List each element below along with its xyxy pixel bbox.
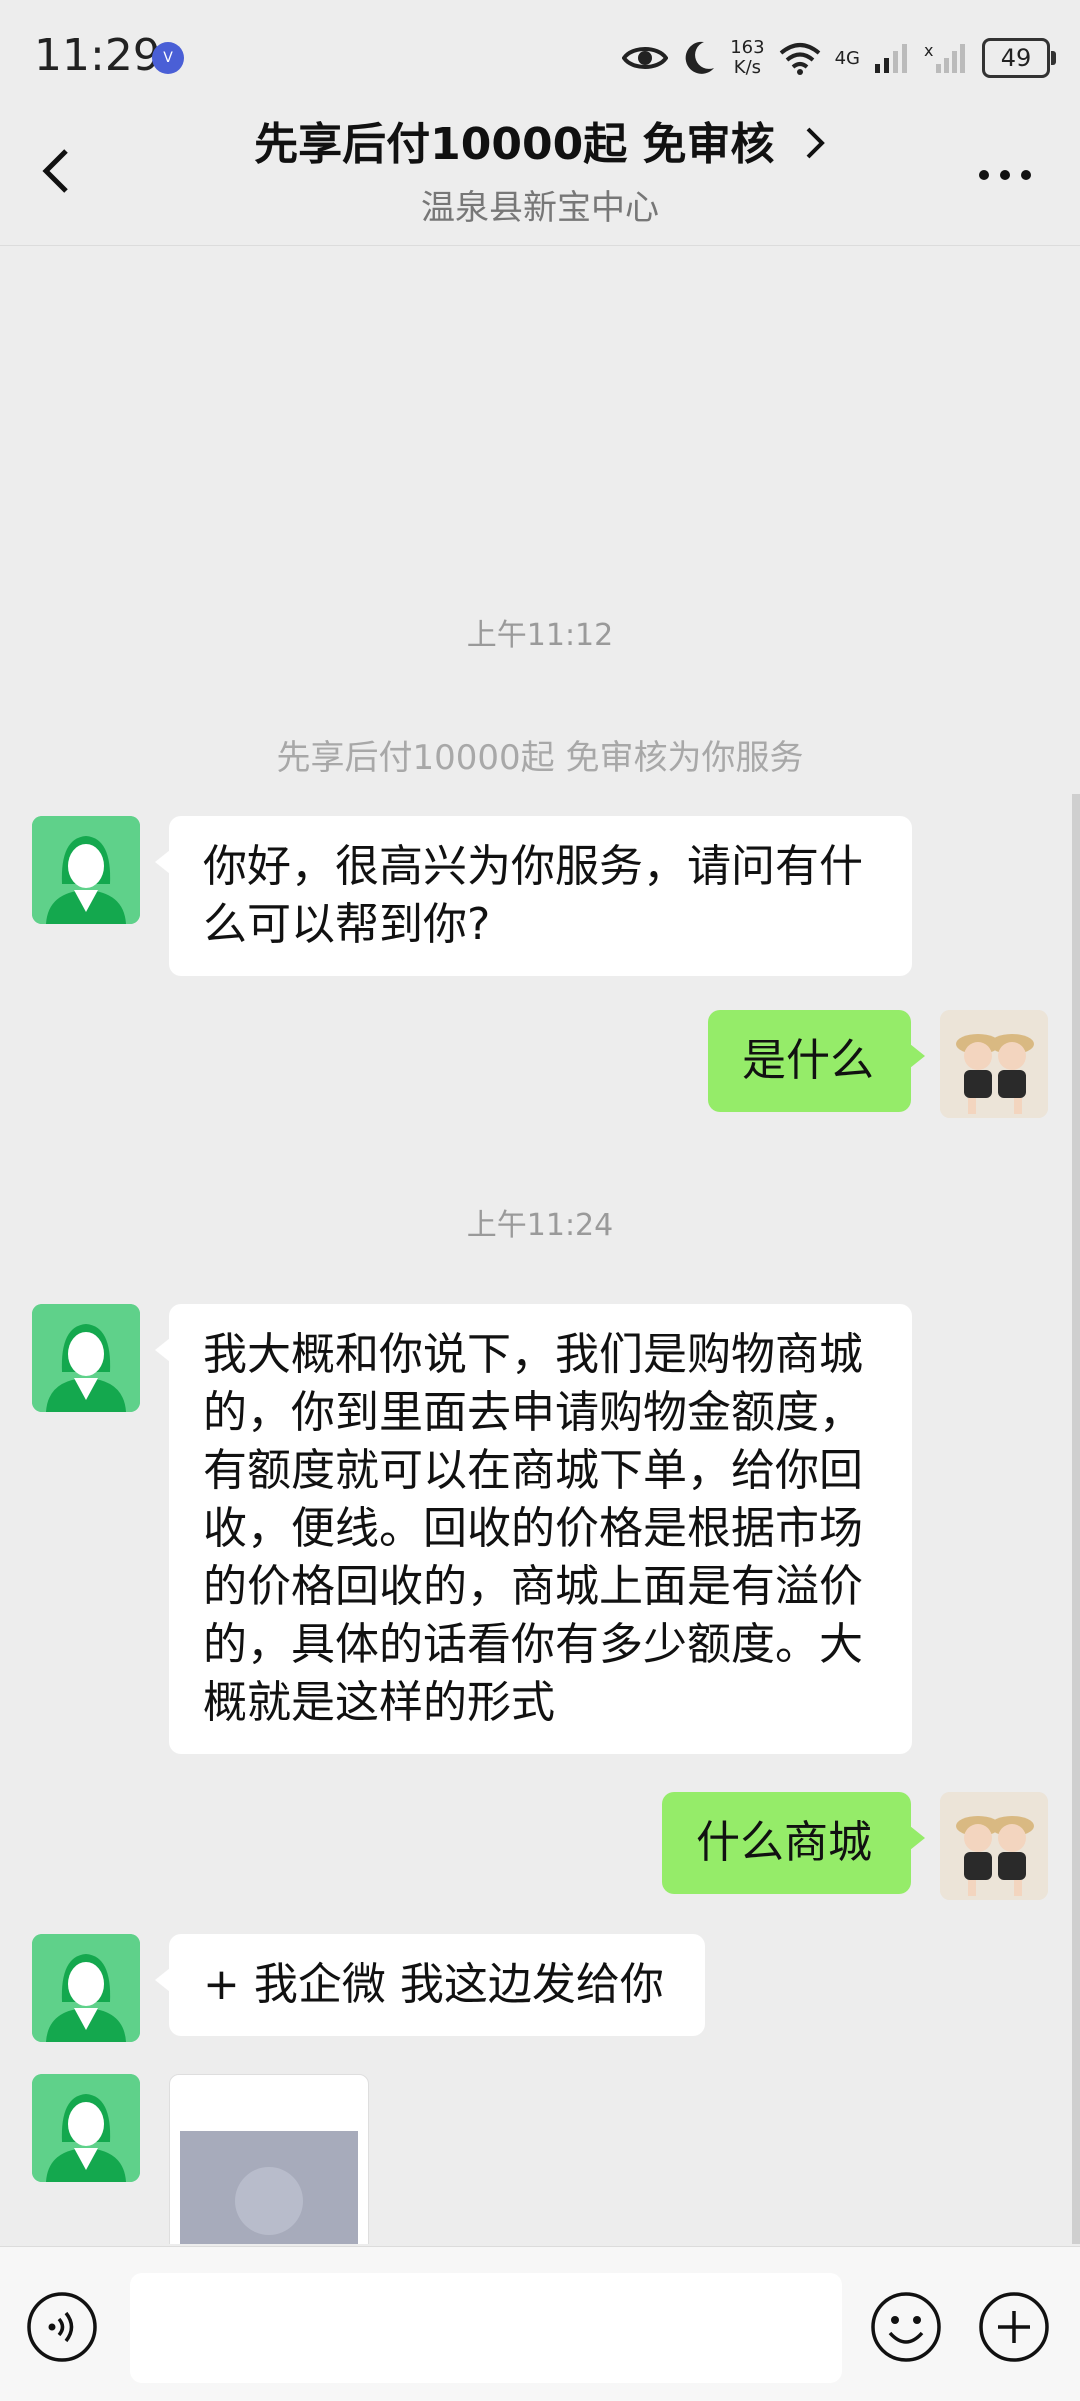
emoji-icon xyxy=(871,2292,941,2362)
message-input[interactable] xyxy=(130,2273,842,2383)
status-bar: 11:29 V 163 K/s 4G x 49 xyxy=(0,0,1080,115)
chat-message-list[interactable]: 上午11:12 先享后付10000起 免审核为你服务 你好，很高兴为你服务，请问… xyxy=(0,246,1080,2244)
agent-avatar-icon xyxy=(32,2074,140,2182)
agent-avatar-icon xyxy=(32,816,140,924)
notification-app-icon: V xyxy=(152,42,184,74)
header-title-row[interactable]: 先享后付10000起 免审核 xyxy=(0,115,1080,177)
message-text: + 我企微 我这边发给你 xyxy=(203,1959,664,2010)
agent-avatar[interactable] xyxy=(32,1934,140,2042)
battery-indicator: 49 xyxy=(982,38,1056,78)
agent-avatar[interactable] xyxy=(32,816,140,924)
message-bubble-sent[interactable]: 是什么 xyxy=(708,1010,925,1112)
eye-icon xyxy=(622,47,669,69)
user-avatar-photo xyxy=(940,1792,1048,1900)
agent-avatar[interactable] xyxy=(32,1304,140,1412)
more-button[interactable] xyxy=(970,145,1040,205)
moon-icon xyxy=(685,41,715,74)
status-icons: 163 K/s 4G x 49 xyxy=(622,30,1056,86)
status-time: 11:29 xyxy=(34,30,161,81)
message-bubble-sent[interactable]: 什么商城 xyxy=(662,1792,925,1894)
signal-no-service-icon: x xyxy=(924,42,965,73)
user-avatar-photo xyxy=(940,1010,1048,1118)
user-avatar[interactable] xyxy=(940,1792,1048,1900)
emoji-button[interactable] xyxy=(870,2291,942,2363)
header-title-area[interactable]: 先享后付10000起 免审核 温泉县新宝中心 xyxy=(0,115,1080,233)
voice-button[interactable] xyxy=(26,2291,98,2363)
message-input-bar xyxy=(0,2246,1080,2401)
system-notice: 先享后付10000起 免审核为你服务 xyxy=(276,738,804,778)
svg-text:x: x xyxy=(924,42,933,60)
agent-avatar-icon xyxy=(32,1934,140,2042)
wifi-icon xyxy=(779,43,820,75)
contact-card-message[interactable] xyxy=(169,2074,369,2244)
more-actions-button[interactable] xyxy=(978,2291,1050,2363)
network-speed: 163 K/s xyxy=(730,37,765,78)
more-icon xyxy=(979,170,1031,180)
chat-title: 先享后付10000起 免审核 xyxy=(254,119,775,170)
chevron-left-icon xyxy=(42,149,68,193)
message-text: 你好，很高兴为你服务，请问有什么可以帮到你? xyxy=(203,841,863,950)
message-bubble-received[interactable]: + 我企微 我这边发给你 xyxy=(155,1934,705,2036)
chat-subtitle: 温泉县新宝中心 xyxy=(421,188,659,228)
message-text: 什么商城 xyxy=(696,1817,872,1868)
message-text: 是什么 xyxy=(742,1035,874,1086)
message-timestamp: 上午11:12 xyxy=(466,618,614,653)
network-type-label: 4G xyxy=(834,47,860,69)
contact-card-image xyxy=(180,2131,358,2244)
user-avatar[interactable] xyxy=(940,1010,1048,1118)
agent-avatar[interactable] xyxy=(32,2074,140,2182)
chat-header: 先享后付10000起 免审核 温泉县新宝中心 xyxy=(0,115,1080,246)
message-bubble-received[interactable]: 我大概和你说下，我们是购物商城的，你到里面去申请购物金额度，有额度就可以在商城下… xyxy=(155,1304,912,1754)
voice-icon xyxy=(27,2292,97,2362)
agent-avatar-icon xyxy=(32,1304,140,1412)
back-button[interactable] xyxy=(28,141,88,201)
signal-icon xyxy=(875,44,907,73)
chevron-right-icon xyxy=(804,117,826,177)
message-text: 我大概和你说下，我们是购物商城的，你到里面去申请购物金额度，有额度就可以在商城下… xyxy=(203,1329,863,1728)
person-placeholder-icon xyxy=(235,2167,303,2235)
chat-scrollbar[interactable] xyxy=(1072,794,1080,2244)
message-timestamp: 上午11:24 xyxy=(466,1208,614,1243)
plus-icon xyxy=(979,2292,1049,2362)
message-bubble-received[interactable]: 你好，很高兴为你服务，请问有什么可以帮到你? xyxy=(155,816,912,976)
